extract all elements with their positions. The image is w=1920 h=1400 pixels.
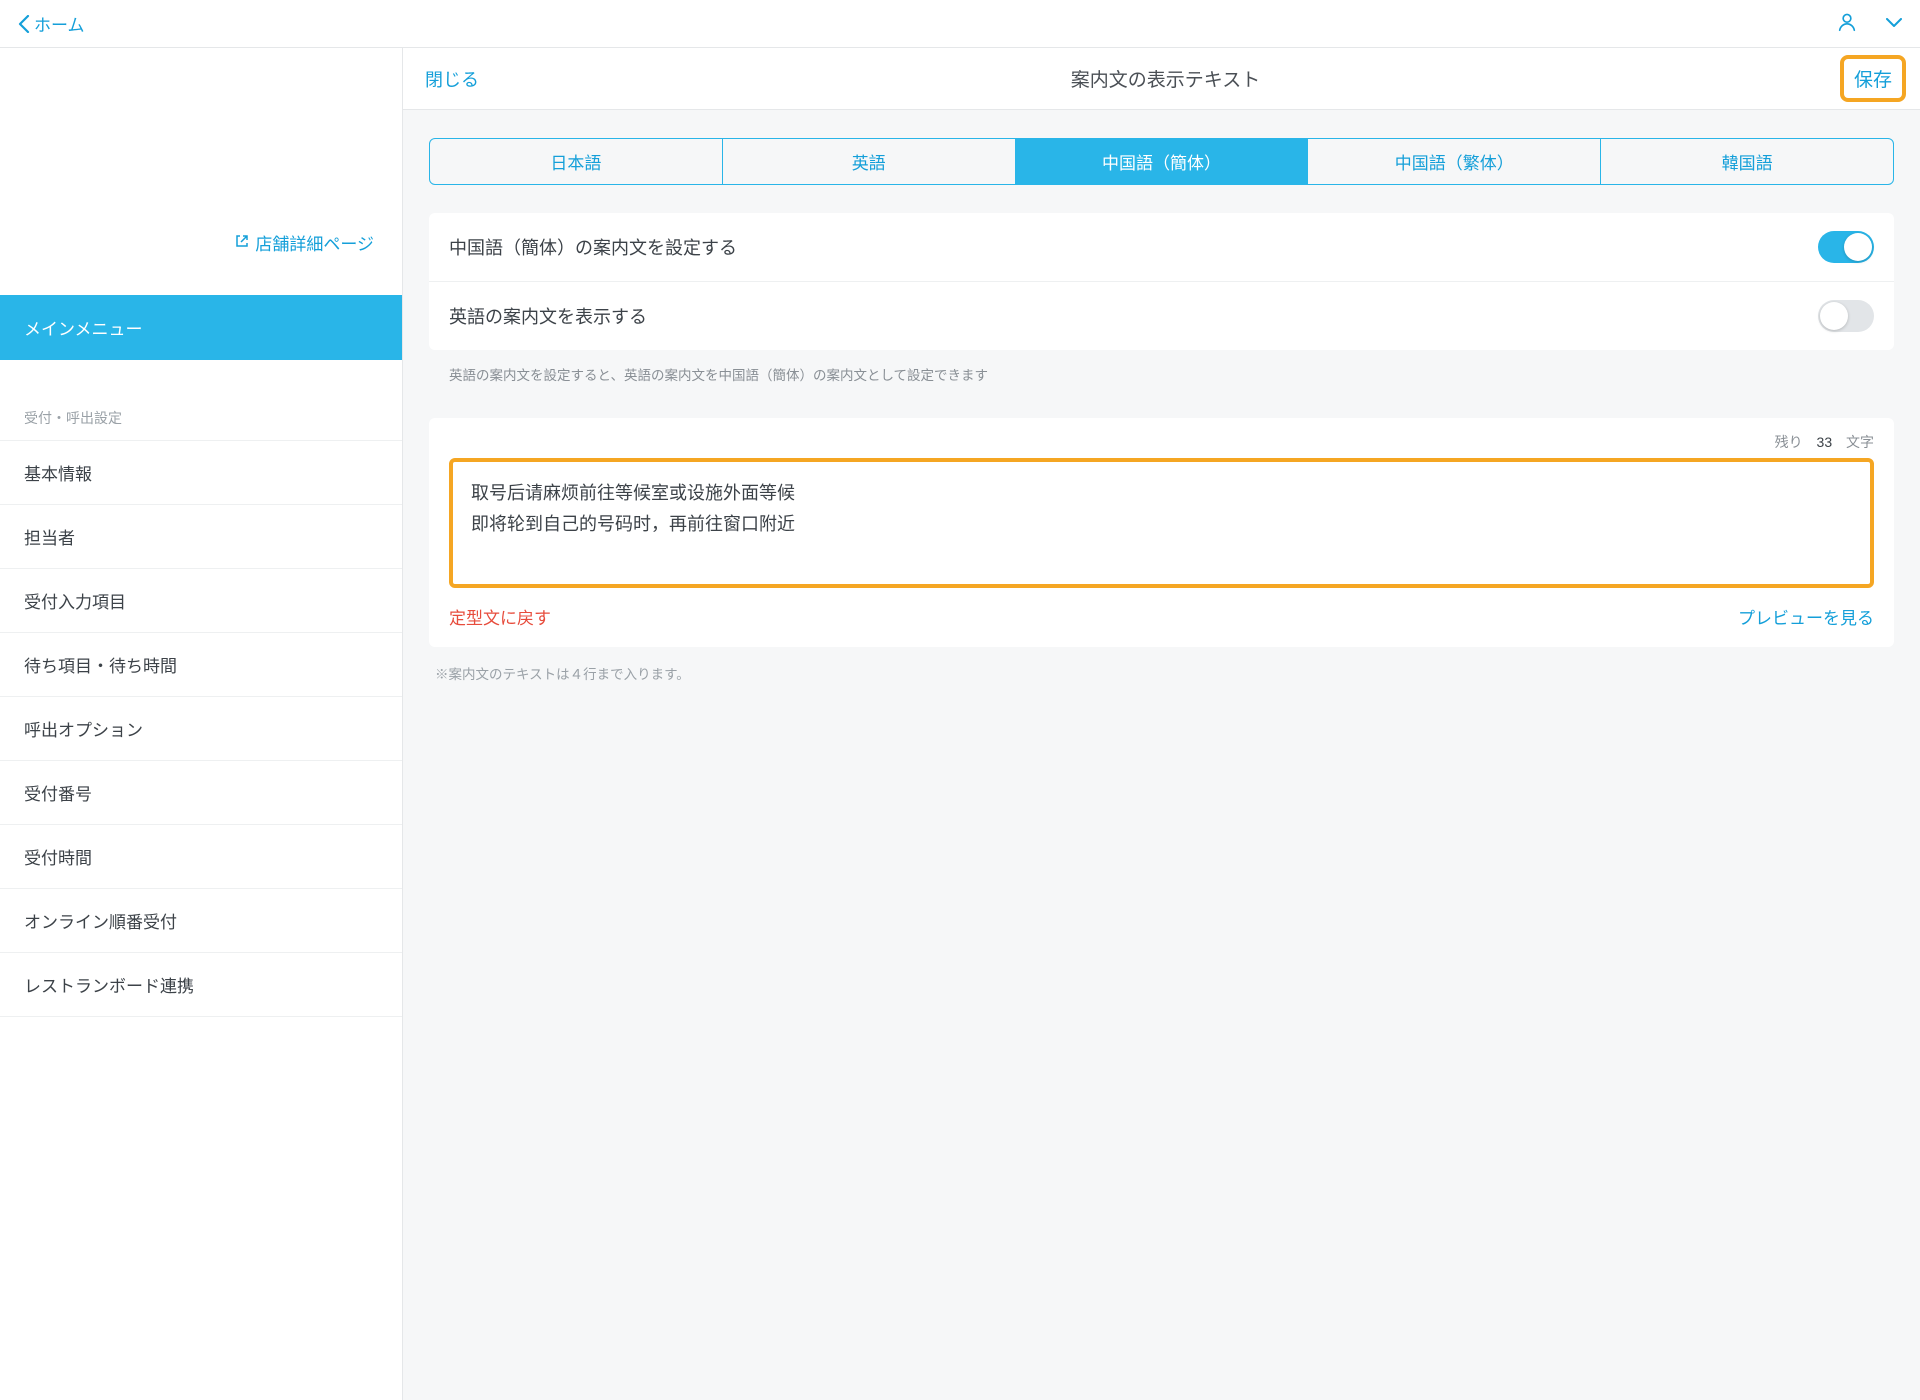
sidebar: 店舗詳細ページ メインメニュー 受付・呼出設定 基本情報担当者受付入力項目待ち項… <box>0 48 403 1400</box>
preview-button[interactable]: プレビューを見る <box>1738 604 1874 629</box>
toggle-chinese-simplified[interactable] <box>1818 231 1874 263</box>
reset-to-template-button[interactable]: 定型文に戻す <box>449 604 551 629</box>
user-icon[interactable] <box>1836 11 1858 37</box>
remaining-prefix: 残り <box>1775 434 1803 450</box>
toggle-label: 中国語（簡体）の案内文を設定する <box>449 234 737 260</box>
back-home-link[interactable]: ホーム <box>18 11 85 36</box>
toggle-helper-text: 英語の案内文を設定すると、英語の案内文を中国語（簡体）の案内文として設定できます <box>429 350 1894 384</box>
sidebar-item[interactable]: 担当者 <box>0 504 402 568</box>
language-tab[interactable]: 日本語 <box>430 139 723 184</box>
back-home-label: ホーム <box>34 11 85 36</box>
toggle-label: 英語の案内文を表示する <box>449 303 647 329</box>
chevron-left-icon <box>18 15 30 33</box>
toggle-knob <box>1820 302 1848 330</box>
sidebar-item[interactable]: 受付入力項目 <box>0 568 402 632</box>
remaining-count: 33 <box>1817 434 1833 450</box>
toggle-card: 中国語（簡体）の案内文を設定する 英語の案内文を表示する <box>429 213 1894 350</box>
sidebar-section-title: 受付・呼出設定 <box>0 360 402 440</box>
store-detail-page-label: 店舗詳細ページ <box>255 230 374 255</box>
editor-footnote: ※案内文のテキストは４行まで入ります。 <box>429 647 1894 683</box>
toggle-english-display[interactable] <box>1818 300 1874 332</box>
save-button-highlight: 保存 <box>1840 55 1906 102</box>
top-header: ホーム <box>0 0 1920 48</box>
sidebar-item[interactable]: オンライン順番受付 <box>0 888 402 952</box>
language-tabs: 日本語英語中国語（簡体）中国語（繁体）韓国語 <box>429 138 1894 185</box>
sidebar-item[interactable]: レストランボード連携 <box>0 952 402 1017</box>
toggle-row-english-display: 英語の案内文を表示する <box>429 282 1894 350</box>
main-panel: 閉じる 案内文の表示テキスト 保存 日本語英語中国語（簡体）中国語（繁体）韓国語… <box>403 48 1920 1400</box>
external-link-icon <box>235 233 249 253</box>
save-button[interactable]: 保存 <box>1854 70 1892 91</box>
store-detail-page-link[interactable]: 店舗詳細ページ <box>235 230 374 255</box>
sidebar-item[interactable]: 基本情報 <box>0 440 402 504</box>
language-tab[interactable]: 韓国語 <box>1601 139 1893 184</box>
toggle-row-chinese-simplified: 中国語（簡体）の案内文を設定する <box>429 213 1894 282</box>
panel-header: 閉じる 案内文の表示テキスト 保存 <box>403 48 1920 110</box>
sidebar-active-label: メインメニュー <box>24 320 143 339</box>
sidebar-item[interactable]: 呼出オプション <box>0 696 402 760</box>
toggle-knob <box>1844 233 1872 261</box>
char-remaining: 残り 33 文字 <box>449 432 1874 452</box>
language-tab[interactable]: 中国語（簡体） <box>1016 139 1309 184</box>
guidance-text-editor[interactable]: 取号后请麻烦前往等候室或设施外面等候 即将轮到自己的号码时，再前往窗口附近 <box>449 458 1874 588</box>
chevron-down-icon[interactable] <box>1886 15 1902 32</box>
sidebar-item[interactable]: 受付時間 <box>0 824 402 888</box>
editor-card: 残り 33 文字 取号后请麻烦前往等候室或设施外面等候 即将轮到自己的号码时，再… <box>429 418 1894 647</box>
close-button[interactable]: 閉じる <box>425 66 479 92</box>
language-tab[interactable]: 中国語（繁体） <box>1308 139 1601 184</box>
language-tab[interactable]: 英語 <box>723 139 1016 184</box>
sidebar-item-main-menu[interactable]: メインメニュー <box>0 295 402 360</box>
sidebar-item[interactable]: 受付番号 <box>0 760 402 824</box>
panel-title: 案内文の表示テキスト <box>1071 70 1260 91</box>
sidebar-item[interactable]: 待ち項目・待ち時間 <box>0 632 402 696</box>
header-right <box>1836 11 1902 37</box>
remaining-suffix: 文字 <box>1846 434 1874 450</box>
